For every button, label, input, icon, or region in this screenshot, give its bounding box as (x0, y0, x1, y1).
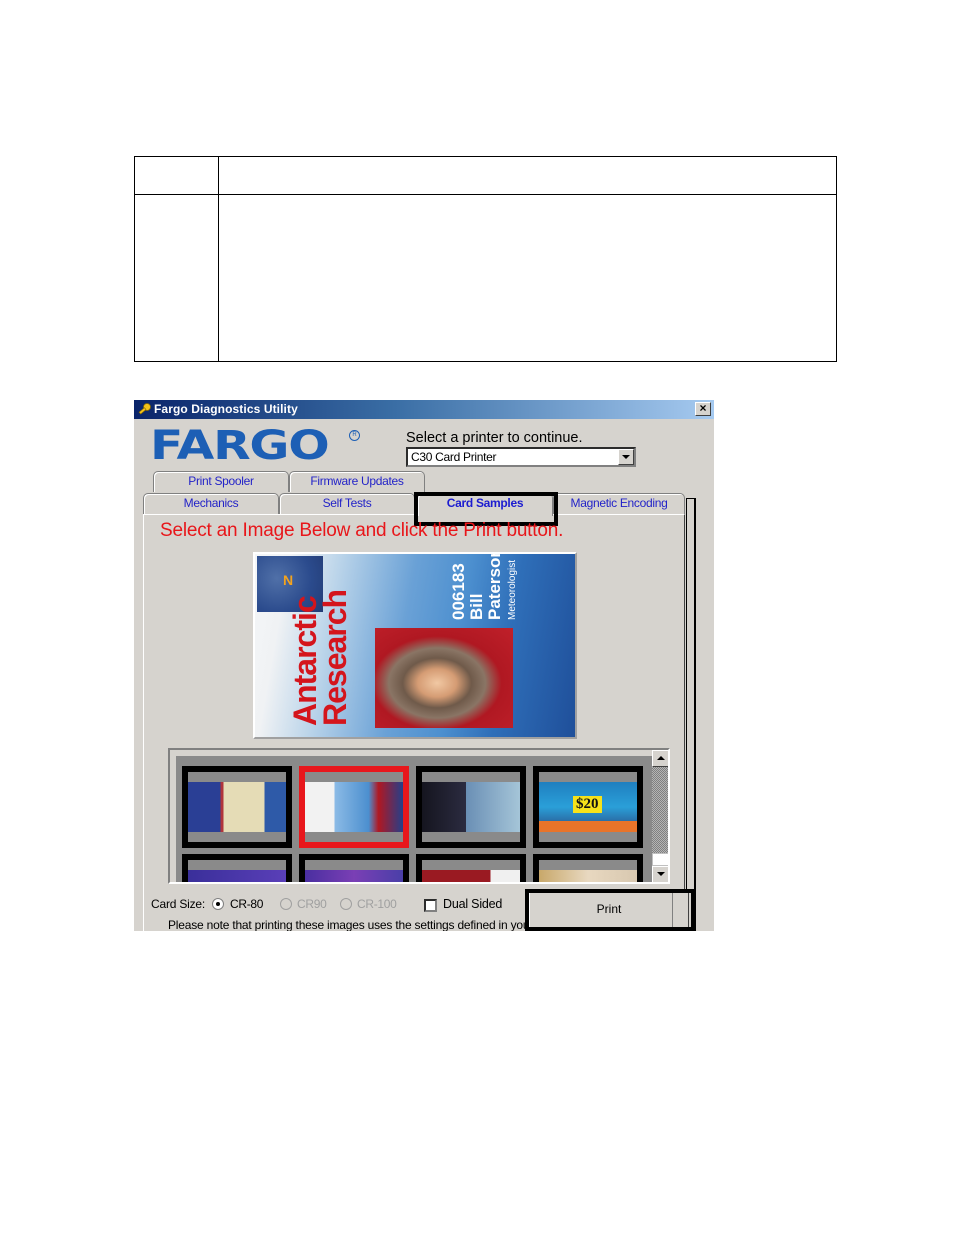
registered-mark-icon: R (349, 430, 360, 441)
tab-label: Card Samples (446, 496, 524, 510)
title-bar[interactable]: Fargo Diagnostics Utility × (134, 400, 714, 419)
thumbnail-list[interactable]: $20 (168, 748, 670, 884)
thumbnail-card-5[interactable] (182, 854, 292, 882)
thumbnail-grid: $20 (176, 756, 652, 882)
radio-cr80-label: CR-80 (230, 897, 264, 911)
tab-mechanics[interactable]: Mechanics (143, 493, 279, 514)
thumbnail-scrollbar[interactable] (652, 750, 668, 882)
radio-cr80[interactable] (212, 898, 224, 910)
tab-magnetic-encoding[interactable]: Magnetic Encoding (553, 493, 685, 514)
thumbnail-card-8[interactable] (533, 854, 643, 882)
thumbnail-card-1[interactable] (182, 766, 292, 848)
dual-sided-checkbox[interactable] (424, 899, 437, 912)
scroll-thumb[interactable] (652, 853, 668, 866)
thumbnail-image: $20 (539, 782, 637, 832)
card-id-number: 006183 (449, 563, 468, 620)
table-cell (134, 156, 219, 195)
document-table (134, 156, 837, 362)
printer-select-label: Select a printer to continue. (406, 430, 583, 446)
cardholder-photo (375, 628, 513, 728)
tab-label: Magnetic Encoding (570, 496, 668, 510)
thumbnail-image (305, 782, 403, 832)
radio-cr90[interactable] (280, 898, 292, 910)
card-role: Meteorologist (507, 559, 518, 620)
printer-select[interactable]: C30 Card Printer (406, 447, 636, 467)
tab-firmware-updates[interactable]: Firmware Updates (289, 471, 425, 492)
thumbnail-card-7[interactable] (416, 854, 526, 882)
thumbnail-image (539, 870, 637, 882)
radio-cr100-label: CR-100 (357, 897, 397, 911)
tab-self-tests[interactable]: Self Tests (279, 493, 415, 514)
tab-label: Firmware Updates (310, 474, 404, 488)
card-title-line2: Research (317, 589, 353, 726)
thumbnail-image (422, 870, 520, 882)
print-button[interactable]: Print (529, 892, 689, 928)
radio-cr100[interactable] (340, 898, 352, 910)
instruction-text: Select an Image Below and click the Prin… (160, 520, 564, 541)
close-button[interactable]: × (695, 402, 711, 416)
scroll-track[interactable] (652, 767, 668, 853)
table-row (134, 156, 837, 195)
radio-cr90-label: CR90 (297, 897, 327, 911)
scroll-up-arrow-icon[interactable] (652, 750, 668, 767)
window-title: Fargo Diagnostics Utility (154, 402, 298, 416)
thumbnail-image (422, 782, 520, 832)
panel-edge (686, 498, 696, 931)
fargo-logo: FARGO (150, 423, 330, 469)
thumbnail-axess[interactable] (416, 766, 526, 848)
fargo-key-icon (138, 403, 151, 415)
tab-card-samples[interactable]: Card Samples (417, 493, 553, 516)
print-button-label: Print (596, 902, 622, 916)
tab-label: Mechanics (183, 496, 239, 510)
phone-amount: $20 (573, 796, 602, 813)
fargo-diagnostics-window: Fargo Diagnostics Utility × FARGO R Sele… (134, 400, 714, 931)
thumbnail-image (188, 870, 286, 882)
compass-letter: N (283, 572, 294, 588)
chevron-down-icon[interactable] (618, 449, 634, 465)
table-cell (134, 194, 219, 362)
thumbnail-antarctic-research[interactable] (299, 766, 409, 848)
thumbnail-phone-card[interactable]: $20 (533, 766, 643, 848)
dual-sided-label: Dual Sided (443, 897, 503, 911)
thumbnail-image (305, 870, 403, 882)
card-size-label: Card Size: (151, 897, 206, 911)
printer-select-value: C30 Card Printer (411, 450, 497, 464)
tab-label: Self Tests (322, 496, 372, 510)
table-cell (218, 194, 837, 362)
card-preview: N Antarctic Research 006183 Bill Paterso… (253, 552, 577, 739)
print-note-text: Please note that printing these images u… (168, 918, 534, 931)
scroll-down-arrow-icon[interactable] (652, 866, 668, 882)
tab-label: Print Spooler (188, 474, 254, 488)
thumbnail-card-6[interactable] (299, 854, 409, 882)
card-first-name: Bill (467, 593, 486, 620)
tab-print-spooler[interactable]: Print Spooler (153, 471, 289, 492)
table-row (134, 194, 837, 362)
card-last-name: Paterson (485, 552, 504, 620)
table-cell (218, 156, 837, 195)
thumbnail-image (188, 782, 286, 832)
